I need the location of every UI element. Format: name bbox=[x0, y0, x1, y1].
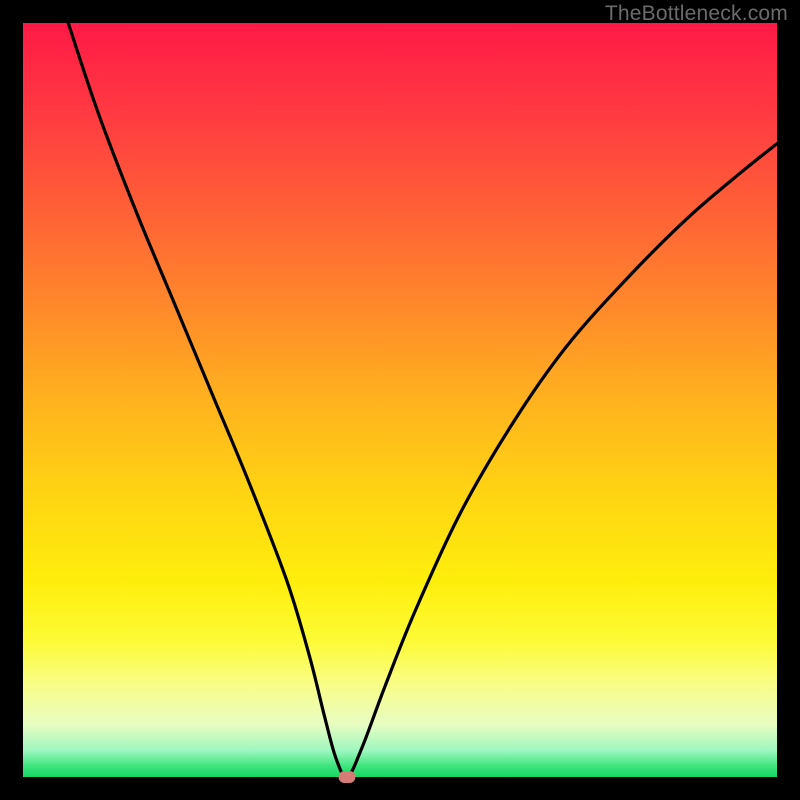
watermark-text: TheBottleneck.com bbox=[605, 2, 788, 26]
chart-plot-area bbox=[23, 23, 777, 777]
minimum-marker bbox=[339, 771, 356, 783]
bottleneck-curve bbox=[23, 23, 777, 777]
